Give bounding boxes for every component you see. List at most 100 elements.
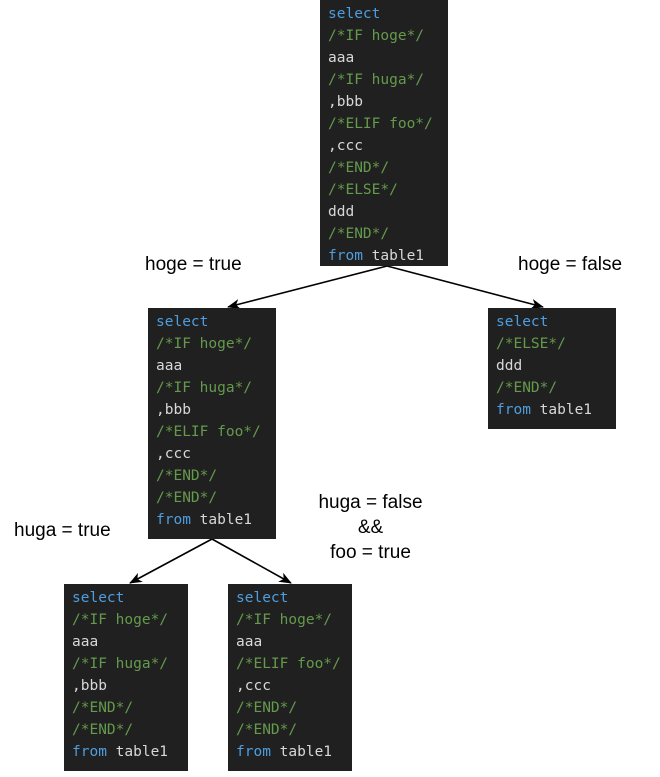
code-token: /*IF hoge*/	[72, 612, 169, 628]
code-token: /*IF hoge*/	[236, 612, 333, 628]
code-token: select	[496, 314, 549, 330]
code-line: ,ccc	[328, 135, 440, 157]
code-line: /*END*/	[72, 697, 180, 719]
code-token: /*ELSE*/	[496, 336, 566, 352]
code-token: table1	[279, 744, 333, 760]
code-line: /*ELSE*/	[328, 179, 440, 201]
code-token: from	[156, 512, 200, 528]
code-token: /*END*/	[328, 160, 390, 176]
code-line: ddd	[496, 355, 608, 377]
code-token: /*IF huga*/	[72, 656, 169, 672]
code-line: /*IF huga*/	[156, 377, 268, 399]
code-line: /*END*/	[156, 487, 268, 509]
code-token: ,ccc	[328, 138, 363, 154]
code-token: /*ELIF foo*/	[236, 656, 341, 672]
code-token: /*END*/	[236, 700, 298, 716]
code-token: ,bbb	[72, 678, 107, 694]
root-sql-block: select /*IF hoge*/ aaa /*IF huga*/ ,bbb /*ELI…	[320, 0, 448, 266]
code-line: from table1	[496, 399, 608, 421]
code-line: /*IF huga*/	[72, 653, 180, 675]
code-line: /*END*/	[72, 719, 180, 741]
code-token: /*IF huga*/	[156, 380, 253, 396]
code-token: select	[72, 590, 125, 606]
code-token: aaa	[156, 358, 183, 374]
code-line: /*IF hoge*/	[156, 333, 268, 355]
edge-label-hoge-false: hoge = false	[518, 254, 623, 275]
code-token: /*IF hoge*/	[328, 28, 425, 44]
code-token: table1	[539, 402, 593, 418]
code-token: select	[236, 590, 289, 606]
code-token: from	[236, 744, 280, 760]
code-line: ,ccc	[236, 675, 344, 697]
edge-label-hoge-true: hoge = true	[145, 254, 242, 275]
code-token: ,bbb	[156, 402, 191, 418]
code-token: select	[328, 6, 381, 22]
code-token: /*END*/	[236, 722, 298, 738]
edge-root-to-hoge-true	[227, 265, 388, 310]
code-line: select	[328, 3, 440, 25]
code-line: ,bbb	[328, 91, 440, 113]
code-line: from table1	[156, 509, 268, 531]
code-token: /*END*/	[328, 226, 390, 242]
code-token: select	[156, 314, 209, 330]
code-line: aaa	[72, 631, 180, 653]
edge-hoge-true-to-huga-true	[129, 538, 213, 584]
code-token: /*END*/	[496, 380, 558, 396]
code-token: table1	[199, 512, 253, 528]
code-line: select	[156, 311, 268, 333]
diagram-canvas: select /*IF hoge*/ aaa /*IF huga*/ ,bbb /*ELI…	[0, 0, 660, 777]
code-token: /*END*/	[72, 722, 134, 738]
code-token: ,bbb	[328, 94, 363, 110]
code-line: ,bbb	[156, 399, 268, 421]
code-line: ,bbb	[72, 675, 180, 697]
code-line: from table1	[72, 741, 180, 763]
code-line: /*IF hoge*/	[72, 609, 180, 631]
code-token: from	[496, 402, 540, 418]
code-line: aaa	[156, 355, 268, 377]
code-token: ,ccc	[156, 446, 191, 462]
code-token: aaa	[328, 50, 355, 66]
edge-label-huga-true: huga = true	[14, 520, 111, 541]
code-token: /*IF hoge*/	[156, 336, 253, 352]
code-line: aaa	[236, 631, 344, 653]
code-line: /*END*/	[328, 223, 440, 245]
code-token: /*ELIF foo*/	[156, 424, 261, 440]
code-token: /*ELSE*/	[328, 182, 398, 198]
code-line: ddd	[328, 201, 440, 223]
code-line: /*END*/	[236, 719, 344, 741]
code-line: aaa	[328, 47, 440, 69]
foo-true-sql-block: select /*IF hoge*/ aaa /*ELIF foo*/ ,ccc /*EN…	[228, 584, 352, 771]
code-token: /*END*/	[72, 700, 134, 716]
code-token: table1	[371, 248, 425, 264]
edge-hoge-true-to-foo-true	[211, 538, 292, 584]
code-line: /*ELIF foo*/	[236, 653, 344, 675]
hoge-false-sql-block: select /*ELSE*/ ddd /*END*/ from table1	[488, 308, 616, 429]
edge-label-huga-false-foo-true: huga = false && foo = true	[318, 492, 423, 563]
code-line: select	[236, 587, 344, 609]
code-token: table1	[115, 744, 169, 760]
code-line: /*ELSE*/	[496, 333, 608, 355]
code-line: /*IF hoge*/	[236, 609, 344, 631]
code-token: aaa	[236, 634, 263, 650]
code-line: /*END*/	[496, 377, 608, 399]
code-line: /*ELIF foo*/	[328, 113, 440, 135]
code-line: /*END*/	[328, 157, 440, 179]
code-token: /*ELIF foo*/	[328, 116, 433, 132]
huga-true-sql-block: select /*IF hoge*/ aaa /*IF huga*/ ,bbb /*END…	[64, 584, 188, 771]
code-line: from table1	[236, 741, 344, 763]
code-line: from table1	[328, 245, 440, 267]
code-token: ,ccc	[236, 678, 271, 694]
code-line: /*END*/	[236, 697, 344, 719]
code-line: /*IF huga*/	[328, 69, 440, 91]
code-line: select	[496, 311, 608, 333]
code-token: ddd	[496, 358, 523, 374]
code-token: from	[328, 248, 372, 264]
code-line: select	[72, 587, 180, 609]
code-token: /*END*/	[156, 490, 218, 506]
code-token: /*END*/	[156, 468, 218, 484]
code-token: ddd	[328, 204, 355, 220]
code-token: from	[72, 744, 116, 760]
code-line: /*ELIF foo*/	[156, 421, 268, 443]
code-line: ,ccc	[156, 443, 268, 465]
hoge-true-sql-block: select /*IF hoge*/ aaa /*IF huga*/ ,bbb /*ELI…	[148, 308, 276, 539]
